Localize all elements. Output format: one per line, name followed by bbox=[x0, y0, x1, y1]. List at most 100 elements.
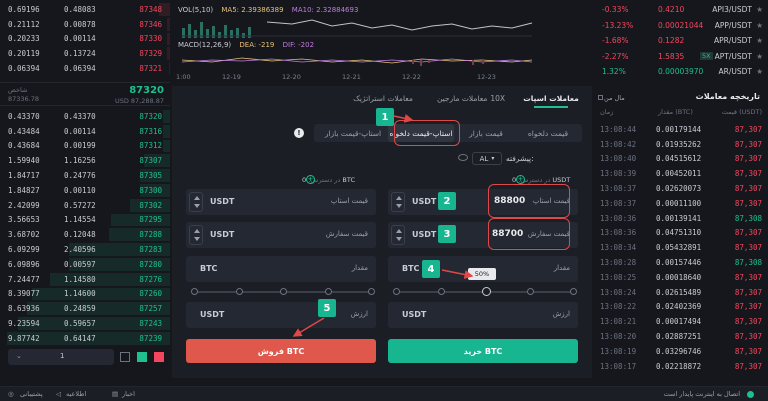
market-name: APP/USDT bbox=[714, 20, 752, 30]
ob-price: 87312 bbox=[139, 141, 162, 151]
ob-amount: 0.24859 bbox=[64, 304, 96, 314]
orderbook-row[interactable]: 7.24477 1.14580 87276 bbox=[0, 272, 170, 287]
market-row[interactable]: 1.32% 0.00003970 AR/USDT ★ bbox=[594, 64, 768, 79]
orderbook-row[interactable]: 9.23594 0.59657 87243 bbox=[0, 316, 170, 331]
time-tick: 12-20 bbox=[282, 73, 301, 81]
last-price: 87320 bbox=[129, 85, 164, 96]
orderbook-row[interactable]: 3.68702 0.12048 87288 bbox=[0, 227, 170, 242]
layout-both-icon[interactable] bbox=[120, 352, 130, 362]
ob-price: 87307 bbox=[139, 156, 162, 166]
ob-amount: 0.43370 bbox=[64, 111, 96, 121]
mid-price: 87320 شاخص 87336.78 USD 87,288.87 bbox=[0, 82, 170, 106]
ob-price: 87305 bbox=[139, 171, 162, 181]
ob-total: 6.09896 bbox=[8, 259, 40, 269]
ma10-value: 2.32884693 bbox=[316, 6, 359, 14]
orderbook-row[interactable]: 0.20233 0.00114 87330 bbox=[0, 32, 170, 47]
history-row: 13:08:22 0.02402369 87,307 bbox=[594, 300, 768, 315]
connection-status: اتصال به اینترنت پایدار است bbox=[663, 390, 740, 398]
orderbook-row[interactable]: 8.63936 0.24859 87257 bbox=[0, 301, 170, 316]
ob-total: 1.84717 bbox=[8, 171, 40, 181]
market-row[interactable]: -0.33% 0.4210 API3/USDT ★ bbox=[594, 2, 768, 17]
ob-price: 87302 bbox=[139, 200, 162, 210]
ob-amount: 0.00199 bbox=[64, 141, 96, 151]
ob-price: 87280 bbox=[139, 259, 162, 269]
orderbook-row[interactable]: 2.42099 0.57272 87302 bbox=[0, 198, 170, 213]
market-change: 1.32% bbox=[602, 67, 626, 76]
orderbook-row[interactable]: 1.84717 0.24776 87305 bbox=[0, 168, 170, 183]
history-time: 13:08:28 bbox=[600, 258, 637, 268]
orderbook-row[interactable]: 0.21112 0.00878 87346 bbox=[0, 17, 170, 32]
orderbook-row[interactable]: 1.59940 1.16256 87307 bbox=[0, 153, 170, 168]
orderbook-row[interactable]: 0.43370 0.43370 87320 bbox=[0, 109, 170, 124]
col-price: قیمت (USDT) bbox=[721, 108, 762, 116]
ob-amount: 0.06394 bbox=[64, 64, 96, 74]
star-icon[interactable]: ★ bbox=[756, 52, 763, 61]
news-link[interactable]: اخبار bbox=[122, 390, 135, 398]
ob-amount: 0.00114 bbox=[64, 126, 96, 136]
orderbook-row[interactable]: 0.20119 0.13724 87329 bbox=[0, 46, 170, 61]
orderbook-row[interactable]: 0.69196 0.48083 87348 bbox=[0, 2, 170, 17]
star-icon[interactable]: ★ bbox=[756, 67, 763, 76]
orderbook-row[interactable]: 8.39077 1.14600 87260 bbox=[0, 287, 170, 302]
orderbook-row[interactable]: 0.43484 0.00114 87316 bbox=[0, 124, 170, 139]
history-row: 13:08:19 0.03296746 87,307 bbox=[594, 344, 768, 359]
chevron-down-icon: ⌄ bbox=[16, 352, 22, 360]
announcements-link[interactable]: اطلاعیه bbox=[66, 390, 86, 398]
news-icon: ▤ bbox=[112, 390, 119, 398]
layout-sell-icon[interactable] bbox=[154, 352, 164, 362]
col-time: زمان bbox=[600, 108, 614, 116]
history-amount: 0.02218872 bbox=[656, 361, 702, 371]
ob-total: 0.21112 bbox=[8, 19, 40, 29]
history-row: 13:08:28 0.00157446 87,308 bbox=[594, 255, 768, 270]
macd-chart bbox=[181, 57, 533, 66]
history-row: 13:08:39 0.00452011 87,307 bbox=[594, 166, 768, 181]
history-time: 13:08:44 bbox=[600, 124, 637, 134]
ob-price: 87295 bbox=[139, 215, 162, 225]
orderbook-row[interactable]: 6.09896 0.00597 87280 bbox=[0, 257, 170, 272]
col-amount: مقدار (BTC) bbox=[658, 108, 693, 116]
orderbook-row[interactable]: 0.43684 0.00199 87312 bbox=[0, 139, 170, 154]
dea-value: -219 bbox=[258, 41, 275, 49]
orderbook-row[interactable]: 9.87742 0.64147 87239 bbox=[0, 331, 170, 346]
market-price: 0.00003970 bbox=[658, 67, 704, 76]
usd-price: USD 87,288.87 bbox=[114, 97, 164, 105]
star-icon[interactable]: ★ bbox=[756, 5, 763, 14]
ob-price: 87321 bbox=[139, 64, 162, 74]
ob-total: 2.42099 bbox=[8, 200, 40, 210]
ob-price: 87283 bbox=[139, 245, 162, 255]
ob-amount: 1.14580 bbox=[64, 274, 96, 284]
market-row[interactable]: -13.23% 0.00021044 APP/USDT ★ bbox=[594, 18, 768, 33]
ob-total: 0.43370 bbox=[8, 111, 40, 121]
market-name: APR/USDT bbox=[714, 36, 752, 45]
market-change: -2.27% bbox=[602, 51, 629, 61]
ob-amount: 0.00110 bbox=[64, 185, 96, 195]
ob-amount: 0.13724 bbox=[64, 49, 96, 59]
star-icon[interactable]: ★ bbox=[756, 36, 763, 45]
dea-label: DEA: bbox=[239, 41, 257, 49]
history-amount: 0.00018640 bbox=[656, 272, 702, 282]
ma5-label: MA5: bbox=[221, 6, 239, 14]
orderbook-row[interactable]: 1.84827 0.00110 87300 bbox=[0, 183, 170, 198]
ob-amount: 1.14554 bbox=[64, 215, 96, 225]
orderbook-row[interactable]: 6.09299 2.40596 87283 bbox=[0, 242, 170, 257]
volume-bars bbox=[182, 19, 533, 38]
megaphone-icon: ◁ bbox=[56, 390, 61, 398]
star-icon[interactable]: ★ bbox=[756, 21, 763, 30]
orderbook-row[interactable]: 3.56653 1.14554 87295 bbox=[0, 213, 170, 228]
layout-buy-icon[interactable] bbox=[137, 352, 147, 362]
support-link[interactable]: پشتیبانی bbox=[20, 390, 43, 398]
ob-amount: 1.16256 bbox=[64, 156, 96, 166]
my-trades-checkbox[interactable] bbox=[598, 95, 603, 100]
history-row: 13:08:24 0.02615489 87,307 bbox=[594, 285, 768, 300]
my-trades-toggle[interactable]: مال من bbox=[604, 94, 625, 102]
market-name: AR/USDT bbox=[718, 67, 752, 76]
market-row[interactable]: -2.27% 1.5835 5X APT/USDT ★ bbox=[594, 49, 768, 64]
history-amount: 0.00179144 bbox=[656, 124, 702, 134]
orderbook-row[interactable]: 0.06394 0.06394 87321 bbox=[0, 61, 170, 76]
precision-select[interactable]: 1 ⌄ bbox=[8, 349, 114, 365]
kline-chart[interactable]: VOL(5,10) MA5: 2.39386389 MA10: 2.328846… bbox=[172, 0, 592, 84]
time-tick: 12-21 bbox=[342, 73, 361, 81]
market-row[interactable]: -1.68% 0.1282 APR/USDT ★ bbox=[594, 33, 768, 48]
annotation-arrows bbox=[292, 113, 474, 337]
ob-total: 3.68702 bbox=[8, 230, 40, 240]
